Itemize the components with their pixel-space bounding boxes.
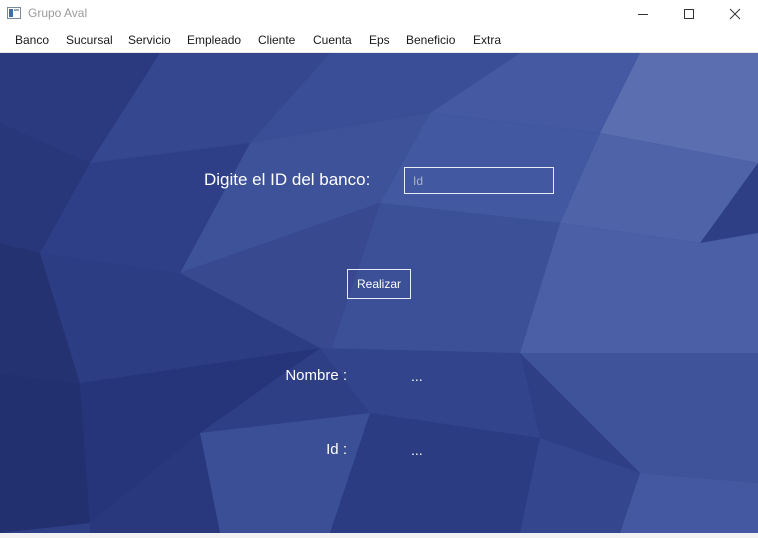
nombre-label: Nombre :: [285, 367, 347, 384]
nombre-value: ...: [411, 368, 423, 384]
maximize-icon: [684, 9, 694, 19]
bottom-edge: [0, 533, 758, 538]
menu-cliente[interactable]: Cliente: [258, 33, 295, 47]
minimize-icon: [638, 14, 648, 15]
title-bar: Grupo Aval: [0, 0, 758, 28]
maximize-button[interactable]: [666, 0, 712, 28]
menu-empleado[interactable]: Empleado: [187, 33, 241, 47]
id-value: ...: [411, 442, 423, 458]
close-icon: [729, 8, 741, 20]
menu-sucursal[interactable]: Sucursal: [66, 33, 113, 47]
close-button[interactable]: [712, 0, 758, 28]
menu-bar: Banco Sucursal Servicio Empleado Cliente…: [0, 28, 758, 53]
menu-cuenta[interactable]: Cuenta: [313, 33, 352, 47]
menu-servicio[interactable]: Servicio: [128, 33, 171, 47]
menu-banco[interactable]: Banco: [15, 33, 49, 47]
app-icon: [7, 7, 21, 19]
realizar-button[interactable]: Realizar: [347, 269, 411, 299]
menu-extra[interactable]: Extra: [473, 33, 501, 47]
menu-eps[interactable]: Eps: [369, 33, 390, 47]
window-title: Grupo Aval: [28, 6, 88, 20]
bank-id-input[interactable]: [404, 167, 554, 194]
id-label: Id :: [326, 441, 347, 458]
bank-id-prompt-label: Digite el ID del banco:: [204, 170, 371, 189]
main-panel: Digite el ID del banco: Realizar Nombre …: [0, 53, 758, 533]
menu-beneficio[interactable]: Beneficio: [406, 33, 455, 47]
minimize-button[interactable]: [620, 0, 666, 28]
